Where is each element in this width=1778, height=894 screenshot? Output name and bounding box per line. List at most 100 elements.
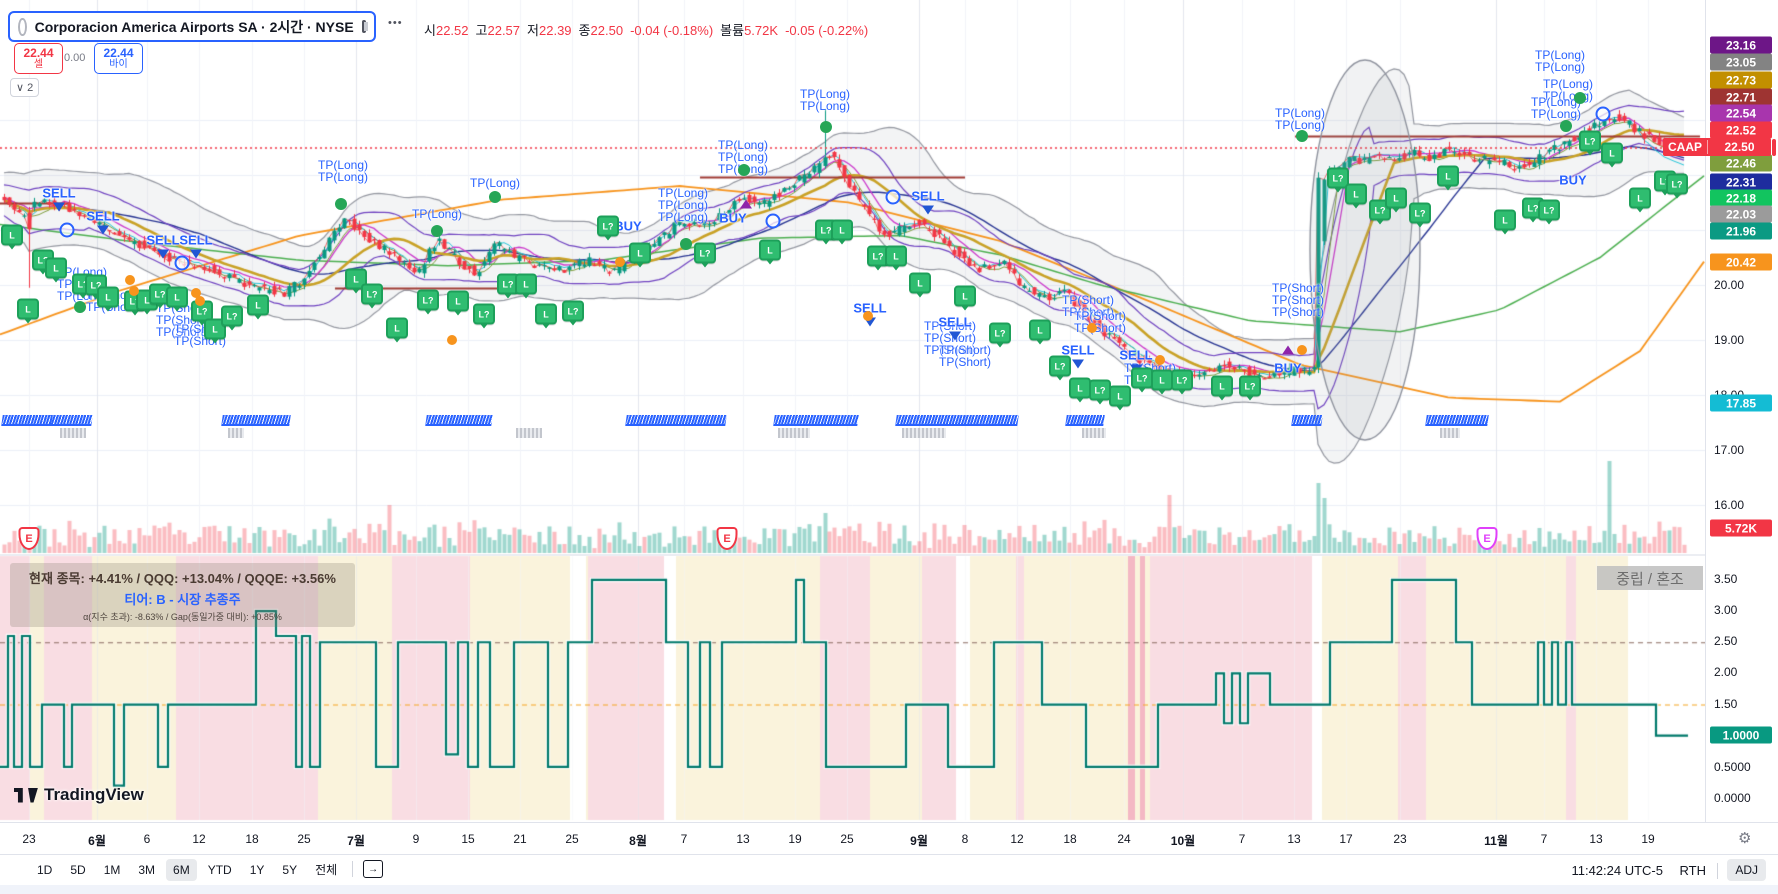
earnings-icon[interactable]: E [716, 527, 738, 550]
sell-marker[interactable]: SELL [146, 233, 179, 248]
long-signal-badge[interactable]: L? [597, 215, 619, 237]
indicators-collapse-chip[interactable]: ∨ 2 [10, 78, 40, 97]
tp-long-marker[interactable]: TP(Long) [412, 208, 462, 220]
long-signal-badge[interactable]: L? [562, 300, 584, 322]
event-label-cluster[interactable] [221, 415, 291, 426]
long-signal-badge[interactable]: L [447, 290, 469, 312]
long-signal-badge[interactable]: L [885, 245, 907, 267]
go-to-date-icon[interactable]: → [363, 860, 384, 879]
long-signal-badge[interactable]: L [535, 303, 557, 325]
buy-marker[interactable]: BUY [1559, 173, 1586, 188]
long-signal-badge[interactable]: L? [221, 305, 243, 327]
sell-marker[interactable]: SELL [179, 233, 212, 248]
session-button[interactable]: RTH [1680, 863, 1706, 878]
tp-long-marker[interactable]: TP(Long) TP(Long) [1275, 107, 1325, 131]
long-signal-badge[interactable]: L [17, 298, 39, 320]
long-signal-badge[interactable]: L [1494, 209, 1516, 231]
tp-short-marker[interactable]: TP(Short)TP(Short) [1074, 310, 1126, 334]
earnings-icon[interactable]: E [1476, 527, 1498, 550]
tradingview-logo[interactable]: TradingView [14, 785, 144, 805]
long-signal-badge[interactable]: L [759, 239, 781, 261]
long-signal-badge[interactable]: L [1109, 385, 1131, 407]
range-button-3m[interactable]: 3M [131, 859, 162, 881]
range-button-5d[interactable]: 5D [63, 859, 92, 881]
long-signal-badge[interactable]: L [1211, 375, 1233, 397]
event-label-cluster[interactable] [625, 415, 727, 426]
event-label-cluster[interactable] [49, 415, 93, 426]
long-signal-badge[interactable]: L [166, 286, 188, 308]
long-signal-badge[interactable]: L? [1171, 369, 1193, 391]
tp-long-marker[interactable]: TP(Long) [470, 177, 520, 189]
long-signal-badge[interactable]: L [1, 224, 23, 246]
long-signal-badge[interactable]: L? [989, 322, 1011, 344]
long-signal-badge[interactable]: L [1151, 369, 1173, 391]
tp-long-marker[interactable]: TP(Long) TP(Long) [800, 88, 850, 112]
range-button-1y[interactable]: 1Y [243, 859, 272, 881]
long-signal-badge[interactable]: L [1385, 187, 1407, 209]
long-signal-badge[interactable]: L [1629, 187, 1651, 209]
long-signal-badge[interactable]: L? [417, 289, 439, 311]
price-axis[interactable]: CAAP 22.50 20.0019.0018.0017.0016.0023.1… [1663, 0, 1778, 822]
long-signal-badge[interactable]: L? [361, 283, 383, 305]
sell-marker[interactable]: SELL [938, 315, 971, 330]
range-button-ytd[interactable]: YTD [201, 859, 239, 881]
long-signal-badge[interactable]: L? [1409, 202, 1431, 224]
adjust-button[interactable]: ADJ [1727, 859, 1766, 881]
long-signal-badge[interactable]: L [629, 242, 651, 264]
long-signal-badge[interactable]: L? [1239, 375, 1261, 397]
tp-long-marker[interactable]: TP(Long) TP(Long) [1535, 49, 1585, 73]
time-axis[interactable]: ⚙ 23 6월 6 12 18 25 7월 9 15 21 25 8월 7 13 19 25 9월 8 12 18 24… [0, 822, 1778, 855]
range-button-5y[interactable]: 5Y [275, 859, 304, 881]
event-label-cluster[interactable] [425, 415, 493, 426]
tp-short-marker[interactable]: TP(Short)TP(Short) [939, 344, 991, 368]
buy-marker[interactable]: BUY [1274, 361, 1301, 376]
long-signal-badge[interactable]: L [247, 294, 269, 316]
gear-icon[interactable]: ⚙ [1738, 829, 1751, 847]
long-signal-badge[interactable]: L [386, 317, 408, 339]
long-signal-badge[interactable]: L? [1579, 130, 1601, 152]
long-signal-badge[interactable]: L [1029, 319, 1051, 341]
long-signal-badge[interactable]: L [97, 286, 119, 308]
buy-marker[interactable]: BUY [719, 211, 746, 226]
long-signal-badge[interactable]: L [1345, 183, 1367, 205]
sell-button[interactable]: 22.44 셀 [14, 43, 63, 74]
long-signal-badge[interactable]: L? [473, 303, 495, 325]
long-signal-badge[interactable]: L? [1049, 355, 1071, 377]
earnings-icon[interactable]: E [18, 527, 40, 550]
buy-button[interactable]: 22.44 바이 [94, 43, 143, 74]
clock[interactable]: 11:42:24 UTC-5 [1571, 863, 1663, 878]
long-signal-badge[interactable]: L? [694, 242, 716, 264]
long-signal-badge[interactable]: L? [1538, 199, 1560, 221]
long-signal-badge[interactable]: L [831, 219, 853, 241]
tp-short-marker[interactable]: TP(Short) TP(Short) TP(Short) [1272, 282, 1324, 318]
event-label-cluster[interactable] [895, 415, 1019, 426]
long-signal-badge[interactable]: L [515, 273, 537, 295]
long-signal-badge[interactable]: L [954, 285, 976, 307]
event-label-cluster[interactable] [1291, 415, 1323, 426]
sell-marker[interactable]: SELL [911, 189, 944, 204]
range-button-1d[interactable]: 1D [30, 859, 59, 881]
range-button-1m[interactable]: 1M [97, 859, 128, 881]
tp-long-marker[interactable]: TP(Long)TP(Long)TP(Long) [658, 187, 708, 223]
tp-long-marker[interactable]: TP(Long) TP(Long) [318, 159, 368, 183]
event-label-cluster[interactable] [1425, 415, 1489, 426]
long-signal-badge[interactable]: L? [1089, 379, 1111, 401]
event-bar [1082, 428, 1106, 438]
long-signal-badge[interactable]: L [1601, 142, 1623, 164]
long-signal-badge[interactable]: L [909, 272, 931, 294]
long-signal-badge[interactable]: L [45, 257, 67, 279]
range-button-6m[interactable]: 6M [166, 858, 197, 881]
sell-marker[interactable]: SELL [86, 209, 119, 224]
sell-marker[interactable]: SELL [42, 186, 75, 201]
more-options-button[interactable]: ••• [388, 17, 403, 29]
symbol-search-box[interactable]: Corporacion America Airports SA · 2시간 · … [8, 11, 376, 42]
long-signal-badge[interactable]: L [1069, 377, 1091, 399]
event-label-cluster[interactable] [773, 415, 859, 426]
sell-marker[interactable]: SELL [1119, 348, 1152, 363]
event-label-cluster[interactable] [1065, 415, 1105, 426]
long-signal-badge[interactable]: L? [1131, 367, 1153, 389]
range-button-전체[interactable]: 전체 [308, 858, 344, 880]
event-label-cluster[interactable] [1, 415, 53, 426]
long-signal-badge[interactable]: L? [1666, 173, 1688, 195]
long-signal-badge[interactable]: L [1437, 165, 1459, 187]
